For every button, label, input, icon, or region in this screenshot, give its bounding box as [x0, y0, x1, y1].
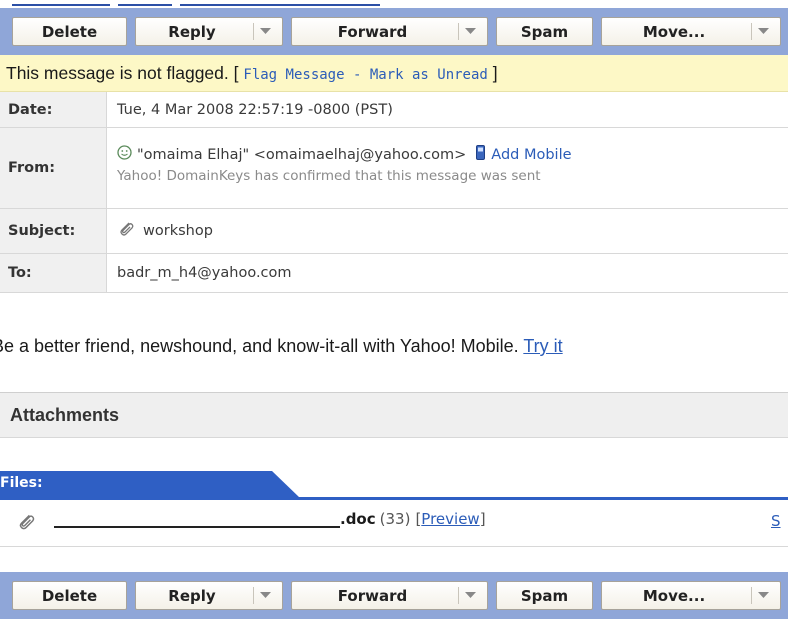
paperclip-icon	[16, 512, 36, 536]
try-it-link[interactable]: Try it	[523, 336, 562, 356]
file-extension: .doc	[340, 510, 376, 528]
header-row-from: From: "omaima Elhaj" <omaimaelhaj@yahoo.…	[0, 128, 788, 209]
reply-dropdown-arrow-icon[interactable]	[253, 587, 276, 604]
delete-button[interactable]: Delete	[12, 581, 127, 610]
flag-status-bar: This message is not flagged. [ Flag Mess…	[0, 55, 788, 92]
flag-message-link[interactable]: Flag Message	[243, 67, 344, 83]
save-link[interactable]: S	[771, 512, 781, 530]
header-row-to: To: badr_m_h4@yahoo.com	[0, 254, 788, 293]
forward-dropdown-arrow-icon[interactable]	[458, 587, 481, 604]
from-value[interactable]: "omaima Elhaj" <omaimaelhaj@yahoo.com>	[137, 147, 466, 163]
preview-bracket-close: ]	[479, 510, 486, 528]
attachments-header: Attachments	[0, 393, 788, 438]
subject-value: workshop	[143, 223, 213, 239]
file-size: (33)	[379, 510, 411, 528]
header-row-subject: Subject: workshop	[0, 209, 788, 254]
forward-button[interactable]: Forward	[291, 17, 488, 46]
add-mobile-link[interactable]: Add Mobile	[476, 145, 572, 164]
flag-separator: -	[344, 66, 370, 83]
domainkeys-notice: Yahoo! DomainKeys has confirmed that thi…	[117, 168, 541, 184]
promo-text: Be a better friend, newshound, and know-…	[0, 336, 519, 356]
smiley-status-icon[interactable]	[117, 145, 132, 164]
paperclip-icon	[117, 220, 135, 242]
message-toolbar-top: Delete Reply Forward Spam Move...	[0, 8, 788, 55]
delete-label: Delete	[41, 22, 98, 41]
move-dropdown-arrow-icon[interactable]	[751, 23, 774, 40]
spam-label: Spam	[520, 22, 569, 41]
mark-unread-link[interactable]: Mark as Unread	[370, 67, 488, 83]
attachment-row: .doc (33) [Preview] S	[0, 500, 788, 547]
reply-button[interactable]: Reply	[135, 17, 283, 46]
date-label: Date:	[0, 92, 107, 127]
attachment-filename[interactable]: .doc (33) [Preview]	[54, 510, 486, 528]
forward-dropdown-arrow-icon[interactable]	[458, 23, 481, 40]
message-toolbar-bottom: Delete Reply Forward Spam Move...	[0, 572, 788, 619]
bracket-close: ]	[492, 62, 498, 83]
files-tab-label: Files:	[0, 475, 43, 491]
subject-label: Subject:	[0, 209, 107, 253]
attachments-heading: Attachments	[10, 404, 120, 425]
spam-button[interactable]: Spam	[496, 17, 593, 46]
delete-label: Delete	[41, 586, 98, 605]
flag-status-text: This message is not flagged.	[6, 62, 229, 83]
move-button[interactable]: Move...	[601, 581, 781, 610]
reply-button[interactable]: Reply	[135, 581, 283, 610]
reply-dropdown-arrow-icon[interactable]	[253, 23, 276, 40]
from-label: From:	[0, 128, 107, 208]
spam-button[interactable]: Spam	[496, 581, 593, 610]
to-value: badr_m_h4@yahoo.com	[117, 265, 292, 281]
bracket-open: [	[233, 62, 239, 83]
header-row-date: Date: Tue, 4 Mar 2008 22:57:19 -0800 (PS…	[0, 92, 788, 128]
filename-redacted	[54, 510, 340, 528]
delete-button[interactable]: Delete	[12, 17, 127, 46]
yahoo-mobile-promo: Be a better friend, newshound, and know-…	[0, 336, 788, 364]
move-button[interactable]: Move...	[601, 17, 781, 46]
move-dropdown-arrow-icon[interactable]	[751, 587, 774, 604]
top-link-remnant	[12, 0, 382, 6]
date-value: Tue, 4 Mar 2008 22:57:19 -0800 (PST)	[117, 101, 393, 118]
add-mobile-label: Add Mobile	[491, 146, 572, 163]
spam-label: Spam	[520, 586, 569, 605]
mobile-phone-icon	[476, 145, 486, 164]
to-label: To:	[0, 254, 107, 292]
preview-link[interactable]: Preview	[421, 510, 479, 528]
forward-button[interactable]: Forward	[291, 581, 488, 610]
